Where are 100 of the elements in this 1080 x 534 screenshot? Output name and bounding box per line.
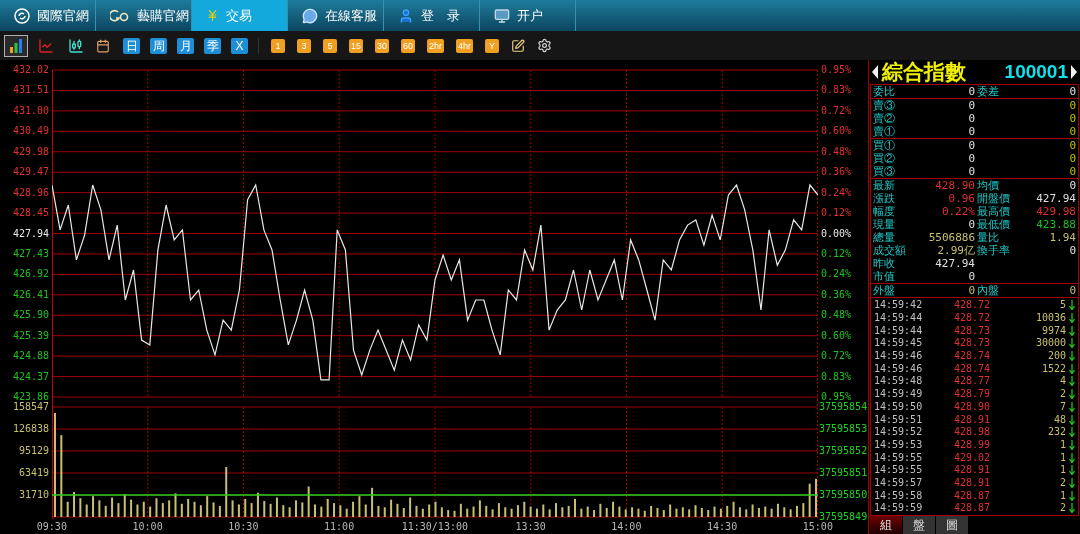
axis-label: 0.72%: [821, 104, 853, 117]
field-value: 0: [967, 165, 975, 178]
volume-bar: [580, 508, 583, 517]
volume-bar: [656, 508, 659, 517]
field-label: 最新: [873, 179, 896, 192]
volume-bar: [123, 494, 126, 517]
field-value: 428.90: [934, 179, 975, 192]
axis-label: 0.95%: [821, 391, 853, 402]
down-arrow-icon: [1069, 338, 1075, 349]
candlestick-icon: [68, 37, 84, 54]
period-button[interactable]: 月: [177, 37, 194, 54]
volume-bar: [275, 497, 278, 517]
volume-bar: [434, 501, 437, 517]
down-arrow-icon: [1069, 414, 1075, 425]
down-arrow-icon: [1069, 300, 1075, 311]
volume-bar: [111, 497, 114, 517]
right-arrow-icon[interactable]: [1071, 65, 1077, 79]
interval-button[interactable]: 5: [323, 38, 337, 53]
field-label: 成交額: [873, 244, 907, 257]
axis-label: 0.36%: [821, 166, 853, 179]
volume-bar: [447, 510, 450, 517]
volume-bar: [161, 503, 164, 517]
field-value: 0.96: [947, 192, 975, 205]
field-label: 最高價: [977, 205, 1011, 218]
trade-time: 14:59:46: [874, 350, 924, 363]
trade-price: 428.91: [954, 413, 992, 426]
interval-button[interactable]: 15: [349, 38, 363, 53]
axis-label: 0.95%: [821, 64, 853, 76]
interval-button[interactable]: 1: [271, 38, 285, 53]
interval-button[interactable]: 3: [297, 38, 311, 53]
axis-label: 423.86: [12, 391, 49, 402]
field-label: 幅度: [873, 205, 896, 218]
axis-label: 0.24%: [821, 186, 853, 199]
trade-time: 14:59:57: [874, 476, 924, 489]
trade-volume: 2: [1059, 502, 1066, 515]
volume-bar: [561, 507, 564, 517]
axis-label: 37595850: [819, 489, 868, 501]
field-value: 0: [1069, 85, 1076, 98]
volume-bar: [694, 505, 697, 517]
volume-bar: [478, 500, 481, 517]
volume-bar: [155, 498, 158, 517]
volume-bar: [726, 505, 729, 517]
axis-label: 37595851: [819, 467, 868, 479]
nav-tab[interactable]: 交易: [192, 0, 288, 31]
field-label: 量比: [977, 231, 1000, 244]
field-label: 賣②: [873, 112, 896, 125]
left-arrow-icon[interactable]: [872, 65, 878, 79]
axis-label: 426.41: [12, 288, 49, 301]
volume-bar: [567, 505, 570, 517]
axis-label: 431.51: [12, 84, 49, 97]
volume-bar: [402, 508, 405, 517]
volume-bar: [333, 503, 336, 517]
trade-time: 14:59:44: [874, 312, 924, 325]
trade-price: 428.72: [954, 299, 992, 312]
volume-bar: [764, 506, 767, 517]
axis-label: 431.00: [12, 104, 49, 117]
interval-button[interactable]: 30: [375, 38, 390, 53]
time-label: 15:00: [802, 520, 833, 534]
field-label: 昨收: [873, 257, 896, 270]
interval-button[interactable]: 60: [401, 38, 416, 53]
field-label: 委差: [977, 85, 1000, 98]
volume-bar: [288, 507, 291, 517]
period-button[interactable]: 周: [150, 37, 167, 54]
field-label: 委比: [873, 85, 896, 98]
volume-bar: [320, 506, 323, 517]
interval-button[interactable]: Y: [485, 38, 500, 53]
volume-bar: [707, 510, 710, 517]
volume-bar: [624, 509, 627, 517]
axis-label: 0.48%: [821, 309, 853, 322]
volume-bar: [130, 499, 133, 517]
volume-bar: [631, 507, 634, 517]
field-value: 0: [967, 218, 975, 231]
time-label: 10:30: [228, 520, 259, 534]
period-button[interactable]: 季: [204, 37, 221, 54]
axis-label: 425.90: [12, 309, 49, 322]
settings-icon[interactable]: [537, 38, 553, 53]
calendar-icon[interactable]: [96, 38, 110, 53]
trade-volume: 1522: [1041, 362, 1066, 375]
volume-bar: [669, 504, 672, 517]
field-label: 賣③: [873, 99, 896, 112]
volume-bar: [593, 510, 596, 517]
period-button[interactable]: 日: [123, 37, 140, 54]
period-button[interactable]: X: [231, 37, 248, 54]
swirl-icon: [14, 7, 30, 24]
volume-bar: [529, 506, 532, 517]
axis-label: 158547: [12, 401, 49, 413]
volume-bar: [149, 506, 152, 517]
line-chart-icon: [38, 37, 54, 54]
interval-button[interactable]: 2hr: [427, 38, 445, 53]
interval-button[interactable]: 4hr: [456, 38, 474, 53]
chart-type-button[interactable]: [4, 34, 28, 57]
trade-volume: 1: [1059, 451, 1066, 464]
time-label: 11:30/13:00: [401, 520, 468, 534]
volume-bar: [776, 503, 779, 517]
volume-bar: [808, 483, 811, 517]
field-value: 0: [1069, 284, 1076, 297]
axis-label: 0.24%: [821, 268, 853, 281]
axis-label: 0.00%: [821, 227, 853, 240]
volume-bar: [282, 505, 285, 517]
note-icon[interactable]: [511, 38, 526, 53]
